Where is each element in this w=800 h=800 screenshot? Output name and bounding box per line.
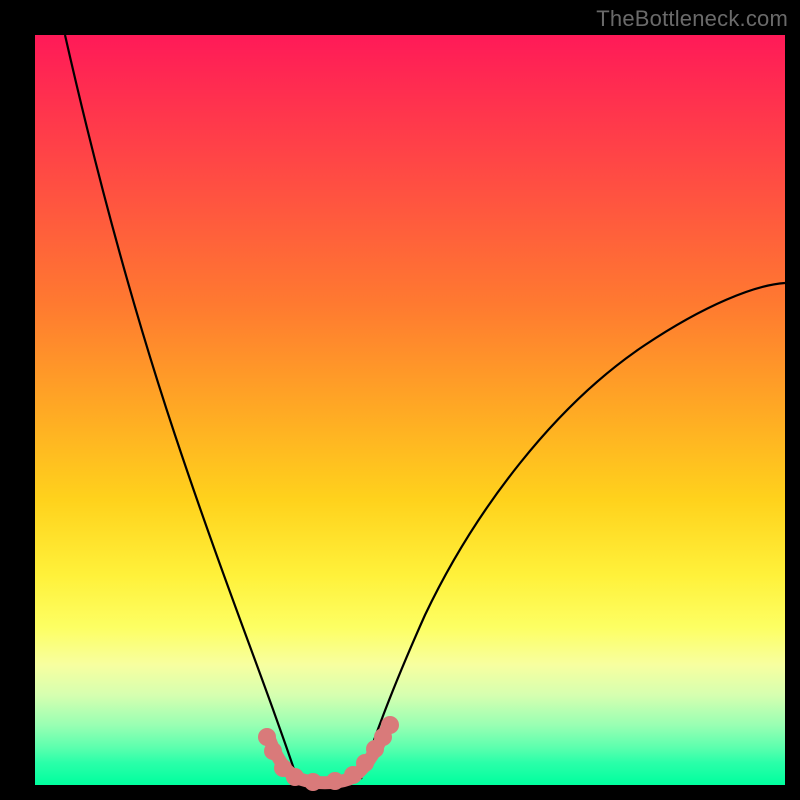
left-curve bbox=[65, 35, 297, 779]
right-curve bbox=[361, 283, 785, 779]
chart-svg bbox=[35, 35, 785, 785]
chart-frame: TheBottleneck.com bbox=[0, 0, 800, 800]
watermark-text: TheBottleneck.com bbox=[596, 6, 788, 32]
